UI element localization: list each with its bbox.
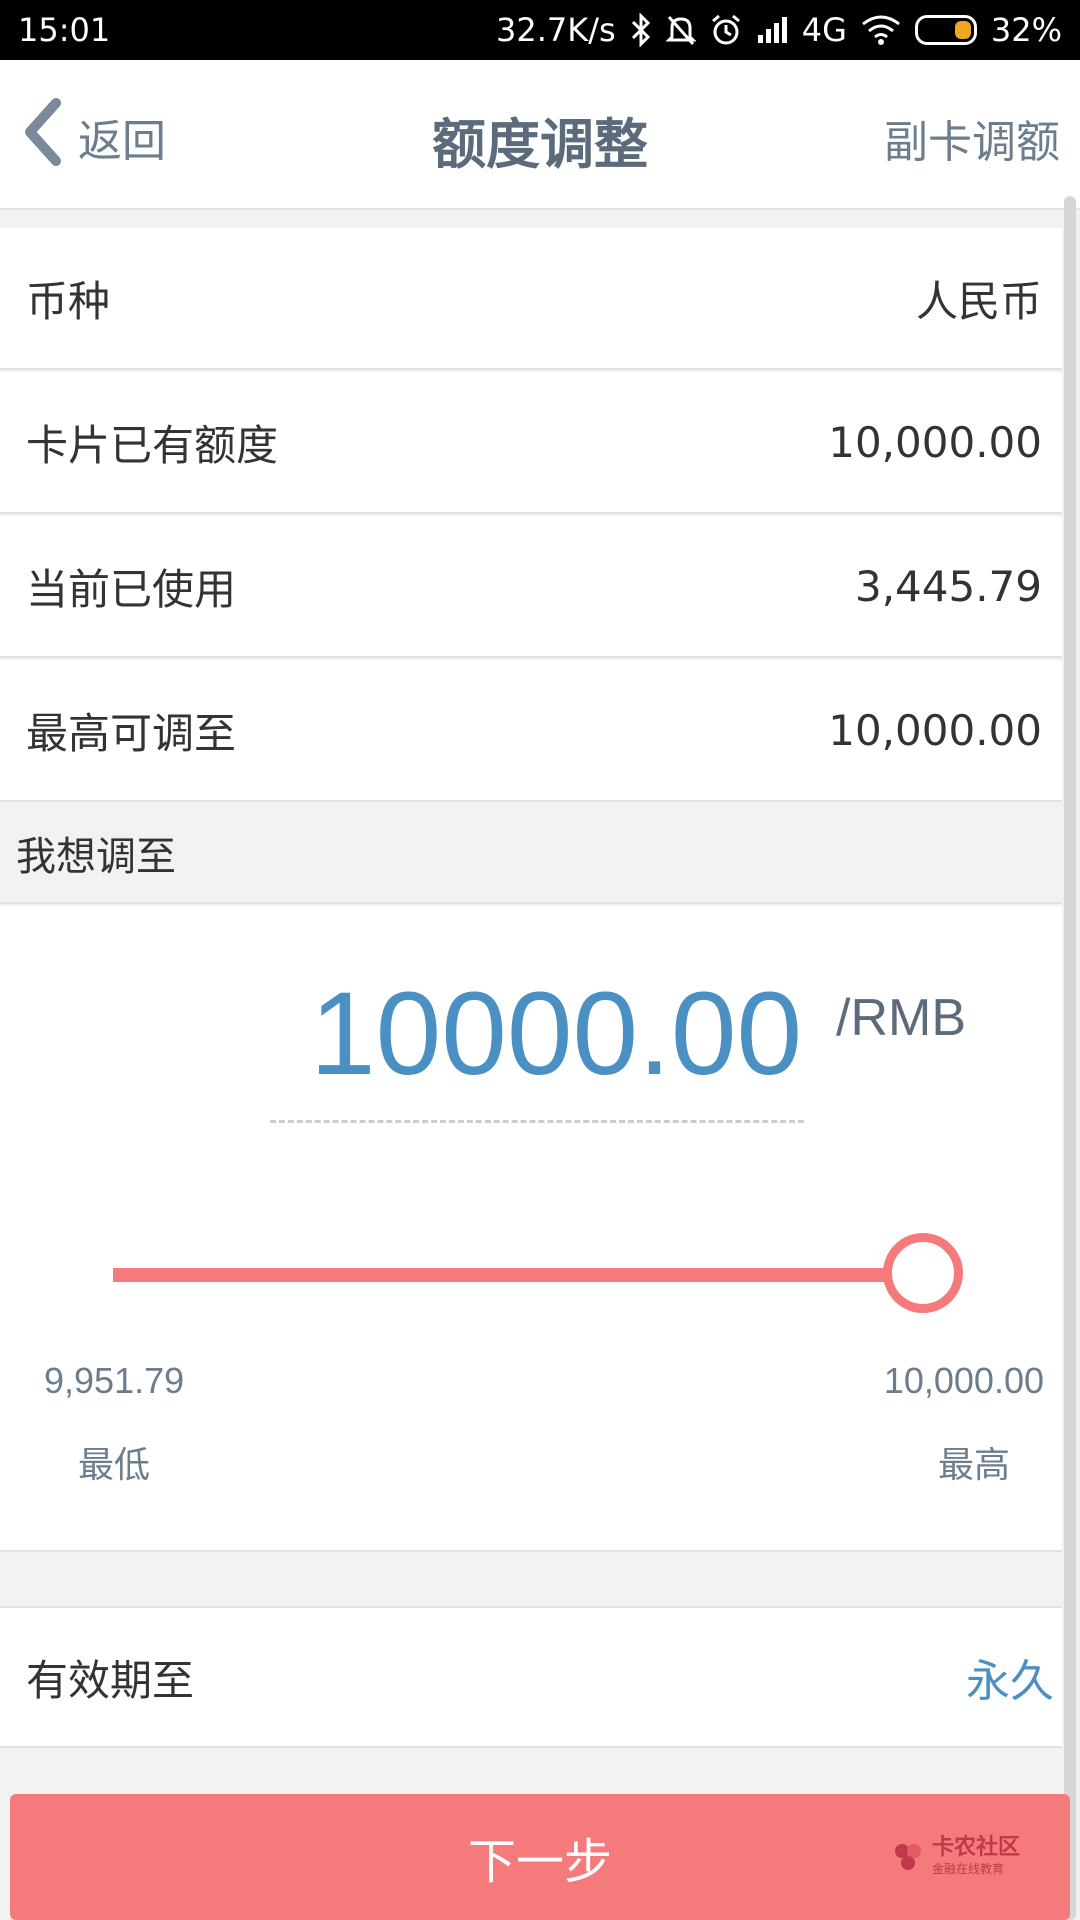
wifi-icon <box>861 10 901 50</box>
row-value: 人民币 <box>915 276 1042 326</box>
watermark-title: 卡农社区 <box>931 1835 1020 1860</box>
watermark: 卡农社区 金融在线教育 <box>892 1835 1020 1877</box>
status-icons: 32.7K/s 4G 32% <box>496 10 1062 50</box>
watermark-logo-icon <box>892 1841 924 1873</box>
mute-bell-icon <box>665 10 696 50</box>
network-speed: 32.7K/s <box>496 11 616 49</box>
validity-value[interactable]: 永久 <box>966 1645 1054 1709</box>
amount-underline <box>270 1120 804 1123</box>
battery-percent: 32% <box>990 11 1062 49</box>
alarm-icon <box>710 10 742 50</box>
desired-limit-section-label: 我想调至 <box>0 804 1062 904</box>
amount-unit: /RMB <box>836 989 966 1047</box>
slider-max-value: 10,000.00 <box>883 1360 1044 1401</box>
amount-input[interactable]: 10000.00 <box>310 966 802 1102</box>
row-value: 10,000.00 <box>828 417 1042 467</box>
watermark-subtitle: 金融在线教育 <box>931 1862 1004 1877</box>
slider-track[interactable] <box>113 1268 923 1282</box>
nav-header: 返回 额度调整 副卡调额 <box>0 60 1080 210</box>
slider-thumb[interactable] <box>883 1233 963 1313</box>
slider-min-value: 9,951.79 <box>44 1360 185 1401</box>
signal-icon <box>756 10 788 50</box>
currency-row: 币种 人民币 <box>0 228 1062 370</box>
limit-slider-panel: 10000.00 /RMB 9,951.79 10,000.00 最低 最高 <box>0 906 1062 1552</box>
slider-min-label: 最低 <box>78 1445 151 1486</box>
row-value: 3,445.79 <box>854 561 1042 611</box>
validity-row[interactable]: 有效期至 永久 <box>0 1606 1062 1748</box>
used-amount-row: 当前已使用 3,445.79 <box>0 516 1062 658</box>
max-adjustable-row: 最高可调至 10,000.00 <box>0 660 1062 802</box>
slider-max-label: 最高 <box>937 1445 1010 1486</box>
row-label: 最高可调至 <box>26 708 237 758</box>
row-label: 币种 <box>26 276 111 326</box>
scrollbar[interactable] <box>1064 196 1076 1920</box>
status-time: 15:01 <box>18 11 111 49</box>
row-label: 卡片已有额度 <box>26 420 279 470</box>
network-type: 4G <box>801 11 847 49</box>
status-bar: 15:01 32.7K/s 4G 32% <box>0 0 1080 60</box>
existing-limit-row: 卡片已有额度 10,000.00 <box>0 372 1062 514</box>
battery-icon <box>914 15 977 45</box>
row-label: 当前已使用 <box>26 564 237 614</box>
supplementary-card-adjust-link[interactable]: 副卡调额 <box>884 106 1060 170</box>
row-value: 10,000.00 <box>828 705 1042 755</box>
bluetooth-icon <box>630 10 652 50</box>
validity-label: 有效期至 <box>26 1655 195 1705</box>
